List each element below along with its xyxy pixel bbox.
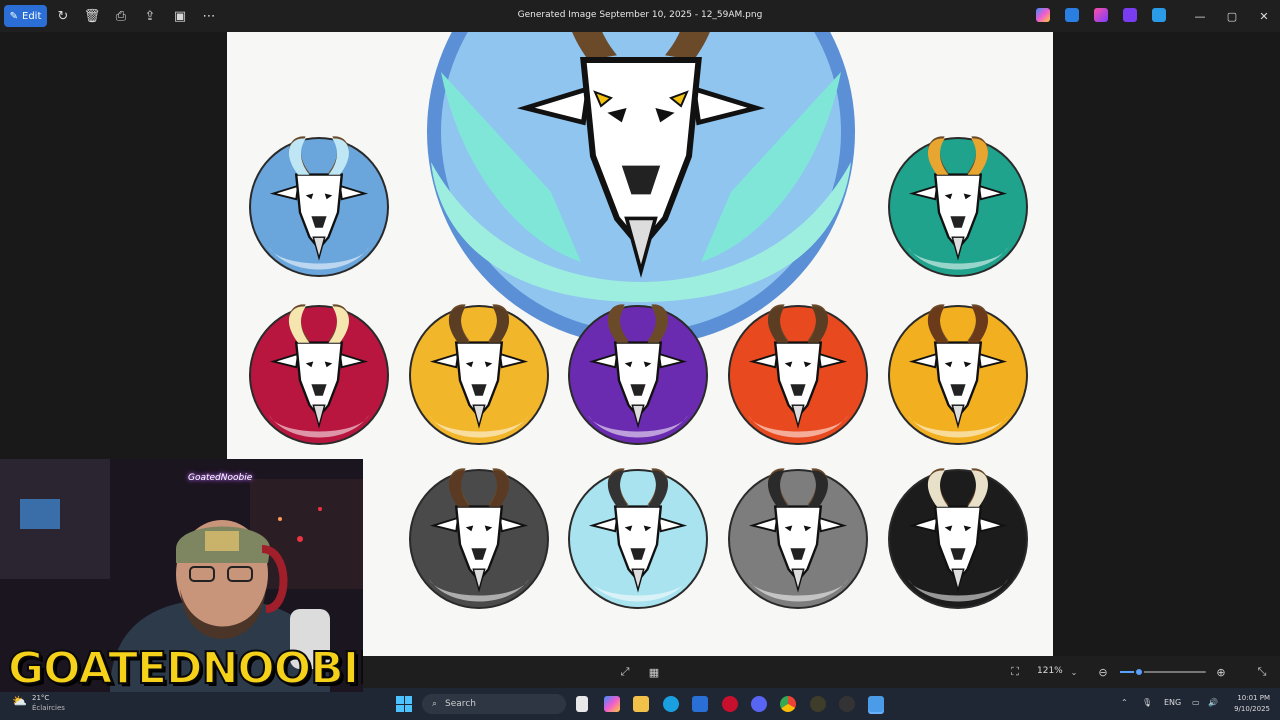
network-icon[interactable]: ▭ [1192, 698, 1200, 707]
designer-icon[interactable] [1065, 8, 1079, 22]
zoom-level[interactable]: 121% [1037, 666, 1063, 676]
file-explorer-icon[interactable] [633, 696, 649, 712]
goat-badge-sky [568, 467, 708, 609]
goat-badge-vine-gold [409, 303, 549, 445]
zoom-out-icon[interactable]: ⊖ [1095, 664, 1111, 680]
goat-badge-earth [409, 467, 549, 609]
zoom-in-icon[interactable]: ⊕ [1213, 664, 1229, 680]
clipchamp-icon[interactable] [1094, 8, 1108, 22]
share-icon[interactable]: ⇪ [140, 6, 160, 26]
streamer-handle: GoatedNoobie [188, 473, 253, 483]
language-indicator[interactable]: ENG [1164, 698, 1181, 707]
weather-widget[interactable]: ⛅ 21°C Éclaircies [12, 693, 65, 713]
hero-badge [427, 32, 855, 346]
webcam-overlay: GoatedNoobie GOATEDNOOBIE [0, 459, 363, 692]
xbox-icon[interactable] [810, 696, 826, 712]
discord-icon[interactable] [751, 696, 767, 712]
clock-date: 9/10/2025 [1234, 705, 1270, 713]
copilot-icon[interactable] [1036, 8, 1050, 22]
tray-chevron-icon[interactable]: ⌃ [1121, 698, 1128, 707]
fullscreen-icon[interactable]: ⤡ [1254, 664, 1270, 680]
zoom-slider[interactable] [1120, 667, 1206, 677]
print-icon[interactable]: ⎙ [111, 6, 131, 26]
volume-icon[interactable]: 🔊 [1208, 698, 1218, 707]
search-placeholder: Search [445, 699, 476, 709]
onedrive-icon[interactable] [1152, 8, 1166, 22]
rotate-icon[interactable]: ↻ [53, 6, 73, 26]
obs-icon[interactable] [839, 696, 855, 712]
close-icon[interactable]: ✕ [1253, 6, 1275, 26]
edit-icon: ✎ [9, 10, 18, 22]
goat-badge-flame-gold [888, 303, 1028, 445]
store-icon[interactable] [692, 696, 708, 712]
app-red-icon[interactable] [722, 696, 738, 712]
search-icon: ⌕ [432, 699, 438, 709]
photos-app-icon[interactable] [1123, 8, 1137, 22]
chrome-icon[interactable] [780, 696, 796, 712]
photos-taskbar-icon[interactable] [868, 696, 884, 712]
goat-badge-radiant [249, 303, 389, 445]
toolbar: ✎ Edit ↻ 🗑 ⎙ ⇪ ▣ ⋯ Generated Image Septe… [0, 0, 1280, 32]
fit-window-icon[interactable]: ⛶ [1007, 664, 1023, 680]
zoom-slider-thumb[interactable] [1133, 667, 1144, 677]
microphone-icon[interactable]: 🎙 [1142, 698, 1152, 707]
copilot-taskbar-icon[interactable] [604, 696, 620, 712]
file-title: Generated Image September 10, 2025 - 12_… [517, 10, 763, 20]
delete-icon[interactable]: 🗑 [82, 6, 102, 26]
minimize-icon[interactable]: — [1189, 6, 1211, 26]
more-options-icon[interactable]: ⋯ [199, 6, 219, 26]
weather-icon: ⛅ [12, 694, 27, 708]
taskbar: ⛅ 21°C Éclaircies ⌕ Search ⌃ 🎙 ENG ▭ 🔊 1… [0, 688, 1280, 720]
clock-time: 10:01 PM [1237, 694, 1270, 702]
goat-badge-cyber [728, 467, 868, 609]
goat-badge-fire-teal [888, 135, 1028, 277]
logo-part2: NOOBIE [201, 642, 363, 692]
edge-icon[interactable] [663, 696, 679, 712]
maximize-icon[interactable]: ▢ [1221, 6, 1243, 26]
goat-badge-ice [249, 135, 389, 277]
fit-icon[interactable]: ⤢ [617, 664, 633, 680]
logo-part1: GOATED [7, 642, 204, 692]
slideshow-icon[interactable]: ▣ [170, 6, 190, 26]
edit-label: Edit [22, 10, 42, 22]
goat-badge-storm [888, 467, 1028, 609]
start-button[interactable] [396, 696, 412, 712]
task-view-icon[interactable] [576, 696, 588, 712]
zoom-dropdown-chevron-icon[interactable]: ⌄ [1066, 664, 1082, 680]
edit-button[interactable]: ✎ Edit [4, 5, 47, 27]
goat-badge-arcane [568, 303, 708, 445]
grid-view-icon[interactable]: ▦ [646, 664, 662, 680]
goat-badge-vine-fire [728, 303, 868, 445]
channel-logo: GOATEDNOOBIE [7, 642, 363, 692]
taskbar-search[interactable]: ⌕ Search [422, 694, 566, 714]
clock[interactable]: 10:01 PM 9/10/2025 [1224, 693, 1270, 715]
